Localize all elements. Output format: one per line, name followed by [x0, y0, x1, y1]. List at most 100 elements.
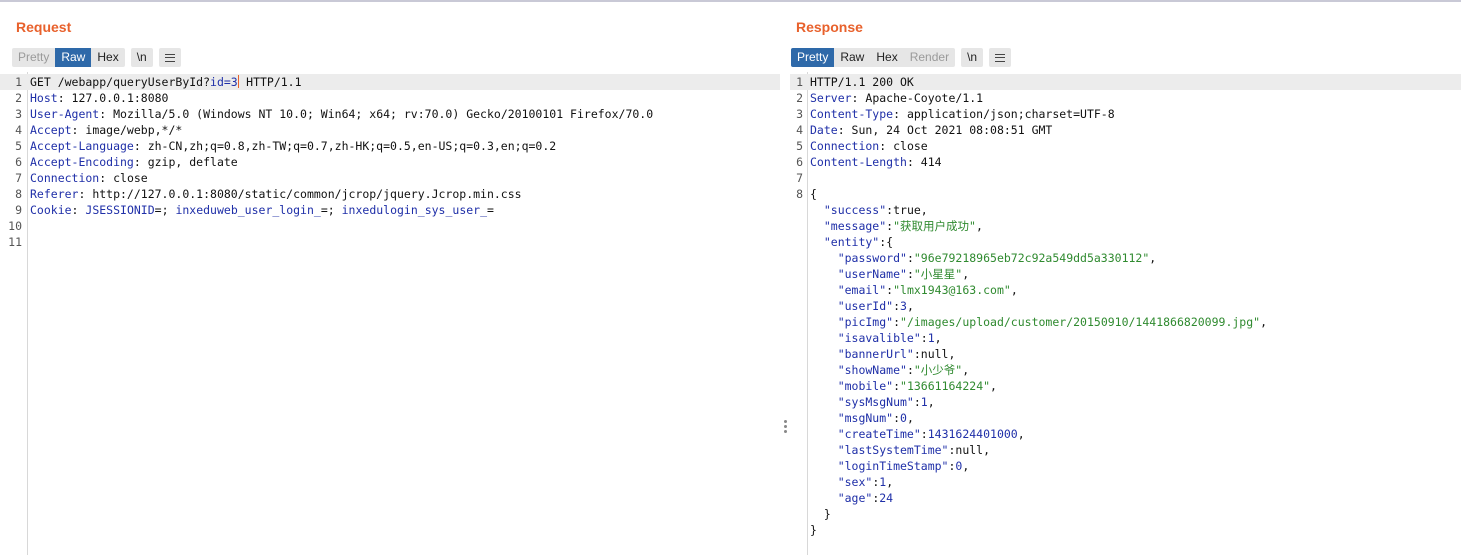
line-content: Connection: close	[30, 171, 148, 185]
response-code-line: 4 Date: Sun, 24 Oct 2021 08:08:51 GMT	[790, 122, 1461, 138]
line-content: "msgNum":0,	[810, 411, 914, 425]
line-content: {	[810, 187, 817, 201]
response-view-tabs: Pretty Raw Hex Render	[791, 48, 956, 67]
response-tab-hex[interactable]: Hex	[870, 48, 903, 67]
line-content: "userName":"小星星",	[810, 267, 970, 281]
request-tab-hex[interactable]: Hex	[91, 48, 124, 67]
hamburger-menu-icon	[164, 54, 175, 62]
response-code-line: "password":"96e79218965eb72c92a549dd5a33…	[790, 250, 1461, 266]
response-code-line: "sysMsgNum":1,	[790, 394, 1461, 410]
response-code-line: "success":true,	[790, 202, 1461, 218]
line-number: 7	[15, 171, 22, 185]
request-code-line: 4 Accept: image/webp,*/*	[0, 122, 780, 138]
line-number: 11	[8, 235, 22, 249]
request-editor[interactable]: 1 GET /webapp/queryUserById?id=3 HTTP/1.1…	[0, 72, 780, 555]
line-content: "password":"96e79218965eb72c92a549dd5a33…	[810, 251, 1157, 265]
response-code-line: }	[790, 522, 1461, 538]
request-toolbar: Pretty Raw Hex \n	[12, 48, 181, 67]
line-content: "isavalible":1,	[810, 331, 942, 345]
line-content: "showName":"小少爷",	[810, 363, 970, 377]
line-content: "picImg":"/images/upload/customer/201509…	[810, 315, 1267, 329]
line-content: "message":"获取用户成功",	[810, 219, 983, 233]
response-toolbar: Pretty Raw Hex Render \n	[791, 48, 1012, 67]
response-code-line: "isavalible":1,	[790, 330, 1461, 346]
line-content: }	[810, 507, 831, 521]
response-code-line: "loginTimeStamp":0,	[790, 458, 1461, 474]
response-code-line: "sex":1,	[790, 474, 1461, 490]
response-code-line: 3 Content-Type: application/json;charset=…	[790, 106, 1461, 122]
line-content: "entity":{	[810, 235, 894, 249]
line-content: GET /webapp/queryUserById?id=3 HTTP/1.1	[30, 75, 302, 89]
line-content: Connection: close	[810, 139, 928, 153]
line-content: Accept: image/webp,*/*	[30, 123, 183, 137]
line-number: 9	[15, 203, 22, 217]
line-content: "mobile":"13661164224",	[810, 379, 997, 393]
response-tab-pretty[interactable]: Pretty	[791, 48, 835, 67]
line-content: Cookie: JSESSIONID=; inxeduweb_user_logi…	[30, 203, 494, 217]
line-number: 1	[15, 75, 22, 89]
response-code-line: "lastSystemTime":null,	[790, 442, 1461, 458]
request-menu-button[interactable]	[158, 48, 181, 67]
line-number: 8	[15, 187, 22, 201]
response-code-line: "age":24	[790, 490, 1461, 506]
line-content: Referer: http://127.0.0.1:8080/static/co…	[30, 187, 522, 201]
response-pane: Response Pretty Raw Hex Render \n 1 HTTP/1.1…	[790, 2, 1461, 555]
response-tab-raw[interactable]: Raw	[834, 48, 870, 67]
pane-splitter[interactable]	[780, 2, 790, 555]
response-code-line: "message":"获取用户成功",	[790, 218, 1461, 234]
request-newline-toggle-button[interactable]: \n	[130, 48, 153, 67]
request-code-line: 9 Cookie: JSESSIONID=; inxeduweb_user_log…	[0, 202, 780, 218]
line-number: 3	[15, 107, 22, 121]
response-code-line: "userName":"小星星",	[790, 266, 1461, 282]
response-code-line: "msgNum":0,	[790, 410, 1461, 426]
response-code-line: }	[790, 506, 1461, 522]
line-content: "sex":1,	[810, 475, 894, 489]
response-editor[interactable]: 1 HTTP/1.1 200 OK 2 Server: Apache-Coyote/1…	[790, 72, 1461, 555]
response-newline-toggle-button[interactable]: \n	[961, 48, 984, 67]
line-content: "userId":3,	[810, 299, 914, 313]
line-content: Accept-Encoding: gzip, deflate	[30, 155, 238, 169]
splitter-grip-icon[interactable]	[784, 420, 787, 435]
line-content: Host: 127.0.0.1:8080	[30, 91, 169, 105]
request-title: Request	[16, 19, 72, 35]
response-code-line: "mobile":"13661164224",	[790, 378, 1461, 394]
request-code-line: 1 GET /webapp/queryUserById?id=3 HTTP/1.1	[0, 74, 780, 90]
response-code-line: "showName":"小少爷",	[790, 362, 1461, 378]
response-title: Response	[796, 19, 863, 35]
response-tab-render: Render	[909, 50, 950, 64]
request-code-line: 6 Accept-Encoding: gzip, deflate	[0, 154, 780, 170]
request-code-line: 11	[0, 234, 780, 250]
response-code-line: "userId":3,	[790, 298, 1461, 314]
request-tab-raw[interactable]: Raw	[55, 48, 92, 67]
line-number: 8	[796, 187, 803, 201]
line-content: "createTime":1431624401000,	[810, 427, 1025, 441]
request-code-line: 8 Referer: http://127.0.0.1:8080/static/c…	[0, 186, 780, 202]
line-number: 2	[796, 91, 803, 105]
line-number: 6	[15, 155, 22, 169]
line-number: 6	[796, 155, 803, 169]
response-code-line: "createTime":1431624401000,	[790, 426, 1461, 442]
request-pane: Request Pretty Raw Hex \n 1 GET /webapp/que…	[0, 2, 780, 555]
request-code-line: 5 Accept-Language: zh-CN,zh;q=0.8,zh-TW;q…	[0, 138, 780, 154]
request-code-line: 10	[0, 218, 780, 234]
response-code-line: 7	[790, 170, 1461, 186]
line-content: Server: Apache-Coyote/1.1	[810, 91, 984, 105]
line-number: 7	[796, 171, 803, 185]
response-code-line: 5 Connection: close	[790, 138, 1461, 154]
line-content: Content-Length: 414	[810, 155, 942, 169]
line-content: "sysMsgNum":1,	[810, 395, 935, 409]
line-number: 10	[8, 219, 22, 233]
line-content: "lastSystemTime":null,	[810, 443, 991, 457]
line-content: Content-Type: application/json;charset=U…	[810, 107, 1115, 121]
response-code-line: "entity":{	[790, 234, 1461, 250]
request-code-line: 3 User-Agent: Mozilla/5.0 (Windows NT 10.…	[0, 106, 780, 122]
line-number: 2	[15, 91, 22, 105]
line-number: 4	[796, 123, 803, 137]
request-tab-pretty: Pretty	[18, 50, 50, 64]
line-content: Accept-Language: zh-CN,zh;q=0.8,zh-TW;q=…	[30, 139, 557, 153]
request-code-line: 7 Connection: close	[0, 170, 780, 186]
line-content: "email":"lmx1943@163.com",	[810, 283, 1018, 297]
response-code-line: 2 Server: Apache-Coyote/1.1	[790, 90, 1461, 106]
response-menu-button[interactable]	[989, 48, 1012, 67]
response-code-line: "email":"lmx1943@163.com",	[790, 282, 1461, 298]
